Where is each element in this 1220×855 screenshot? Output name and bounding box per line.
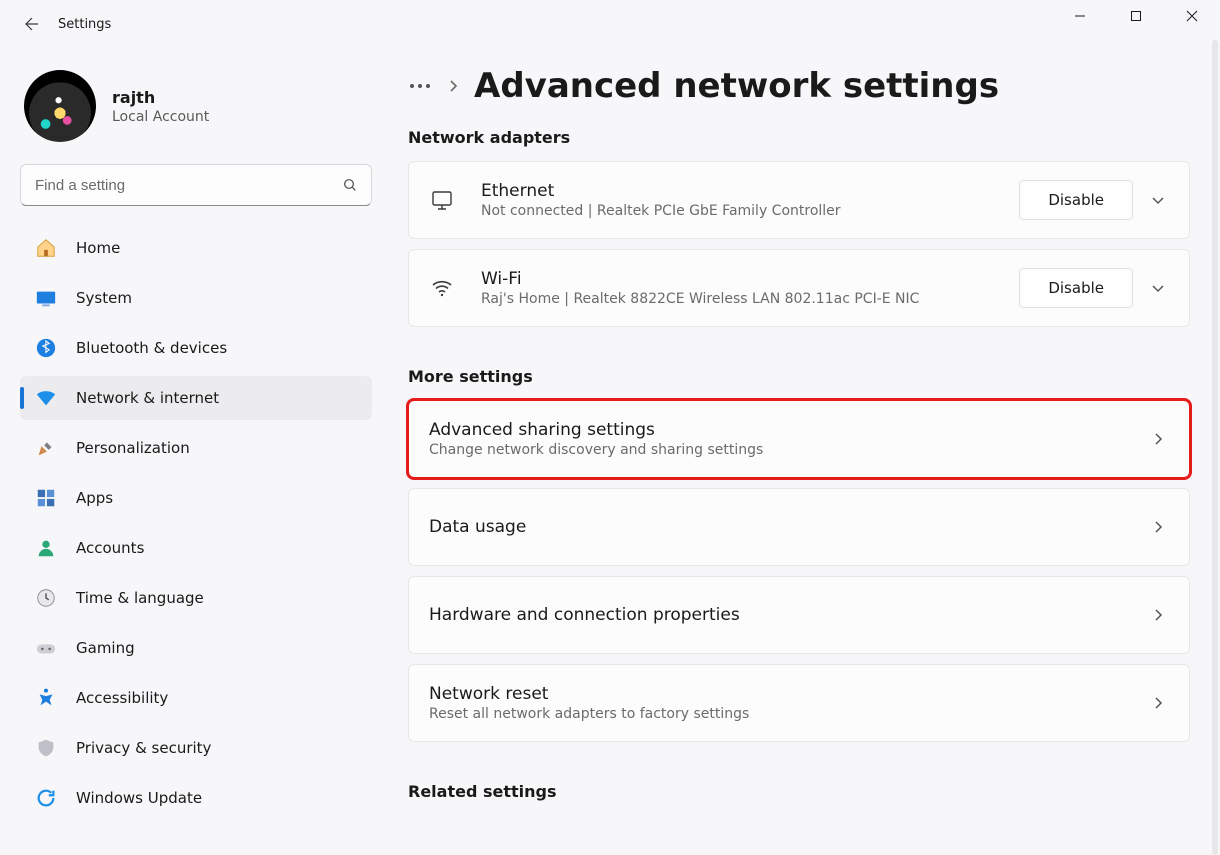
sidebar-item-personalization[interactable]: Personalization [20,426,372,470]
search-icon [342,177,358,193]
search-wrapper [20,164,372,206]
sidebar-item-network[interactable]: Network & internet [20,376,372,420]
back-button[interactable] [8,0,56,48]
adapter-status: Raj's Home | Realtek 8822CE Wireless LAN… [481,291,1019,307]
adapter-status: Not connected | Realtek PCIe GbE Family … [481,203,1019,219]
sidebar-item-system[interactable]: System [20,276,372,320]
sidebar-item-gaming[interactable]: Gaming [20,626,372,670]
accessibility-icon [34,686,58,710]
sidebar-item-accounts[interactable]: Accounts [20,526,372,570]
adapter-card-wifi[interactable]: Wi-Fi Raj's Home | Realtek 8822CE Wirele… [408,249,1190,327]
update-icon [34,786,58,810]
avatar [24,70,96,142]
time-language-icon [34,586,58,610]
sidebar-item-label: Personalization [76,439,190,457]
row-title: Advanced sharing settings [429,420,1147,440]
disable-button-ethernet[interactable]: Disable [1019,180,1133,220]
page-title: Advanced network settings [474,66,999,106]
sidebar-item-update[interactable]: Windows Update [20,776,372,820]
row-data-usage[interactable]: Data usage [408,488,1190,566]
sidebar-item-accessibility[interactable]: Accessibility [20,676,372,720]
chevron-right-icon [1147,432,1169,446]
wifi-icon [429,275,455,301]
sidebar-item-label: Windows Update [76,789,202,807]
window-close-button[interactable] [1164,0,1220,32]
adapter-name: Wi-Fi [481,269,1019,289]
chevron-right-icon [1147,608,1169,622]
personalization-icon [34,436,58,460]
sidebar-item-label: Home [76,239,120,257]
user-account-type: Local Account [112,109,209,125]
ethernet-icon [429,187,455,213]
section-related-settings: Related settings [408,782,1190,801]
row-title: Network reset [429,684,1147,704]
app-title: Settings [58,17,111,32]
sidebar-item-label: Bluetooth & devices [76,339,227,357]
user-name: rajth [112,88,209,107]
sidebar-item-privacy[interactable]: Privacy & security [20,726,372,770]
close-icon [1186,10,1198,22]
chevron-down-icon[interactable] [1147,280,1169,296]
vertical-scrollbar[interactable] [1212,40,1218,855]
section-more-settings: More settings [408,367,1190,386]
window-minimize-button[interactable] [1052,0,1108,32]
adapter-name: Ethernet [481,181,1019,201]
breadcrumb: Advanced network settings [408,66,1190,106]
sidebar-item-home[interactable]: Home [20,226,372,270]
gaming-icon [34,636,58,660]
row-advanced-sharing[interactable]: Advanced sharing settings Change network… [408,400,1190,478]
sidebar-item-label: Network & internet [76,389,219,407]
network-icon [34,386,58,410]
row-hardware-connection[interactable]: Hardware and connection properties [408,576,1190,654]
maximize-icon [1130,10,1142,22]
sidebar-item-label: Privacy & security [76,739,211,757]
system-icon [34,286,58,310]
sidebar-item-label: Accessibility [76,689,168,707]
row-title: Hardware and connection properties [429,605,1147,625]
minimize-icon [1074,10,1086,22]
disable-button-wifi[interactable]: Disable [1019,268,1133,308]
sidebar-item-bluetooth[interactable]: Bluetooth & devices [20,326,372,370]
row-title: Data usage [429,517,1147,537]
chevron-right-icon [448,79,458,93]
sidebar-nav: Home System Bluetooth & devices Network … [20,226,372,820]
back-arrow-icon [23,15,41,33]
breadcrumb-overflow[interactable] [408,81,432,91]
sidebar-item-label: System [76,289,132,307]
row-subtitle: Reset all network adapters to factory se… [429,706,1147,722]
sidebar-item-label: Gaming [76,639,135,657]
row-network-reset[interactable]: Network reset Reset all network adapters… [408,664,1190,742]
sidebar-item-label: Accounts [76,539,144,557]
sidebar-item-label: Time & language [76,589,204,607]
bluetooth-icon [34,336,58,360]
window-maximize-button[interactable] [1108,0,1164,32]
adapter-card-ethernet[interactable]: Ethernet Not connected | Realtek PCIe Gb… [408,161,1190,239]
search-input[interactable] [20,164,372,206]
row-subtitle: Change network discovery and sharing set… [429,442,1147,458]
chevron-down-icon[interactable] [1147,192,1169,208]
sidebar-item-time[interactable]: Time & language [20,576,372,620]
home-icon [34,236,58,260]
section-network-adapters: Network adapters [408,128,1190,147]
sidebar-item-label: Apps [76,489,113,507]
chevron-right-icon [1147,520,1169,534]
apps-icon [34,486,58,510]
accounts-icon [34,536,58,560]
sidebar-item-apps[interactable]: Apps [20,476,372,520]
user-profile[interactable]: rajth Local Account [20,60,372,160]
chevron-right-icon [1147,696,1169,710]
privacy-icon [34,736,58,760]
